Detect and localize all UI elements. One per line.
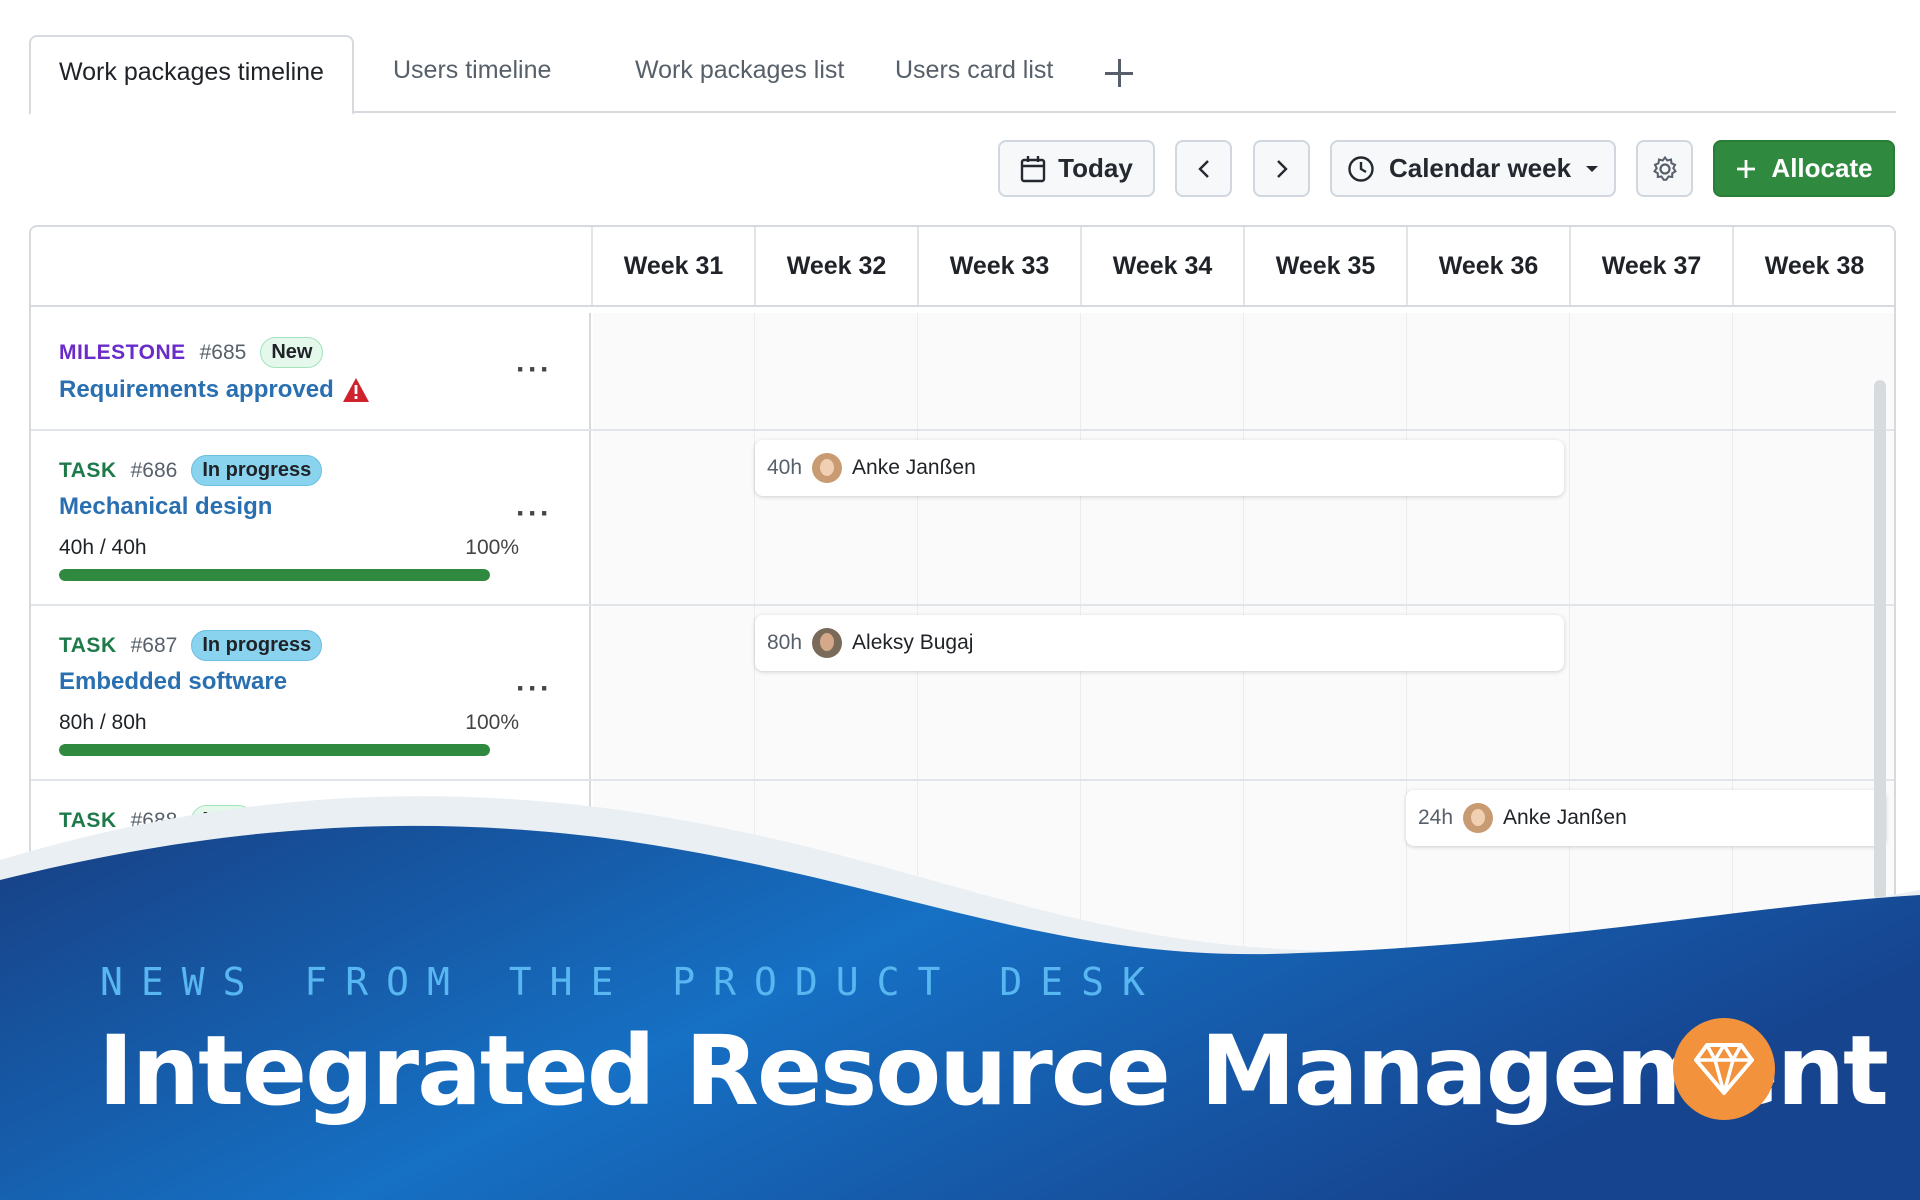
add-tab-icon[interactable] <box>1099 53 1139 93</box>
allocate-button[interactable]: Allocate <box>1713 140 1895 197</box>
work-package-title[interactable]: Embedded software <box>59 668 287 696</box>
banner-kicker: NEWS FROM THE PRODUCT DESK <box>100 960 1163 1004</box>
view-tabs: Work packages timeline Users timeline Wo… <box>29 35 1896 115</box>
week-header: Week 36 <box>1406 227 1569 305</box>
banner-headline: Integrated Resource Management <box>98 1015 1889 1127</box>
next-button[interactable] <box>1253 140 1310 197</box>
progress-bar <box>59 569 490 581</box>
work-package-title[interactable]: Mechanical design <box>59 493 272 521</box>
today-label: Today <box>1058 153 1133 183</box>
status-badge: New <box>260 337 324 368</box>
allocate-label: Allocate <box>1771 153 1873 183</box>
warning-icon <box>342 378 369 402</box>
assignee-name: Anke Janßen <box>852 456 976 479</box>
week-header: Week 32 <box>754 227 917 305</box>
progress-bar <box>59 744 490 756</box>
allocation-bar[interactable]: 40h Anke Janßen <box>755 440 1564 496</box>
avatar <box>812 453 843 483</box>
tab-users-card-list[interactable]: Users card list <box>867 35 1081 113</box>
tab-work-packages-timeline[interactable]: Work packages timeline <box>29 35 354 115</box>
type-label: MILESTONE <box>59 340 186 364</box>
caret-down-icon <box>1586 165 1599 172</box>
settings-button[interactable] <box>1636 140 1693 197</box>
hours-label: 80h / 80h <box>59 711 147 734</box>
calendar-week-label: Calendar week <box>1388 153 1572 183</box>
percent-label: 100% <box>465 711 519 734</box>
week-header: Week 31 <box>591 227 754 305</box>
gem-logo-icon <box>1673 1018 1775 1120</box>
previous-button[interactable] <box>1175 140 1232 197</box>
more-options-button[interactable]: ··· <box>516 497 552 531</box>
status-badge: In progress <box>191 455 323 486</box>
clock-icon <box>1348 155 1374 182</box>
more-options-button[interactable]: ··· <box>516 672 552 706</box>
week-header: Week 33 <box>917 227 1080 305</box>
type-label: TASK <box>59 458 117 482</box>
assignee-name: Aleksy Bugaj <box>852 631 974 654</box>
allocation-bar[interactable]: 80h Aleksy Bugaj <box>755 615 1564 671</box>
week-header: Week 37 <box>1569 227 1732 305</box>
allocation-hours: 80h <box>767 631 803 654</box>
chevron-right-icon <box>1276 159 1288 178</box>
calendar-week-dropdown[interactable]: Calendar week <box>1330 140 1616 197</box>
work-package-title[interactable]: Requirements approved <box>59 376 370 404</box>
percent-label: 100% <box>465 536 519 559</box>
work-package-title-text[interactable]: Requirements approved <box>59 376 334 404</box>
today-button[interactable]: Today <box>998 140 1155 197</box>
type-label: TASK <box>59 633 117 657</box>
plus-icon <box>1737 159 1756 178</box>
status-badge: In progress <box>191 630 323 661</box>
week-header: Week 35 <box>1243 227 1406 305</box>
week-header: Week 34 <box>1080 227 1243 305</box>
work-package-id[interactable]: #687 <box>131 634 178 658</box>
week-header: Week 38 <box>1732 227 1894 305</box>
allocation-hours: 40h <box>767 456 803 479</box>
more-options-button[interactable]: ··· <box>516 353 552 387</box>
gear-icon <box>1652 155 1677 181</box>
calendar-icon <box>1020 155 1046 182</box>
tab-users-timeline[interactable]: Users timeline <box>365 35 579 113</box>
work-package-id[interactable]: #686 <box>131 459 178 483</box>
work-package-id[interactable]: #685 <box>200 341 247 365</box>
avatar <box>812 628 843 658</box>
tab-work-packages-list[interactable]: Work packages list <box>607 35 872 113</box>
week-header-row: Week 31 Week 32 Week 33 Week 34 Week 35 … <box>31 227 1894 307</box>
chevron-left-icon <box>1197 159 1209 178</box>
hours-label: 40h / 40h <box>59 536 147 559</box>
